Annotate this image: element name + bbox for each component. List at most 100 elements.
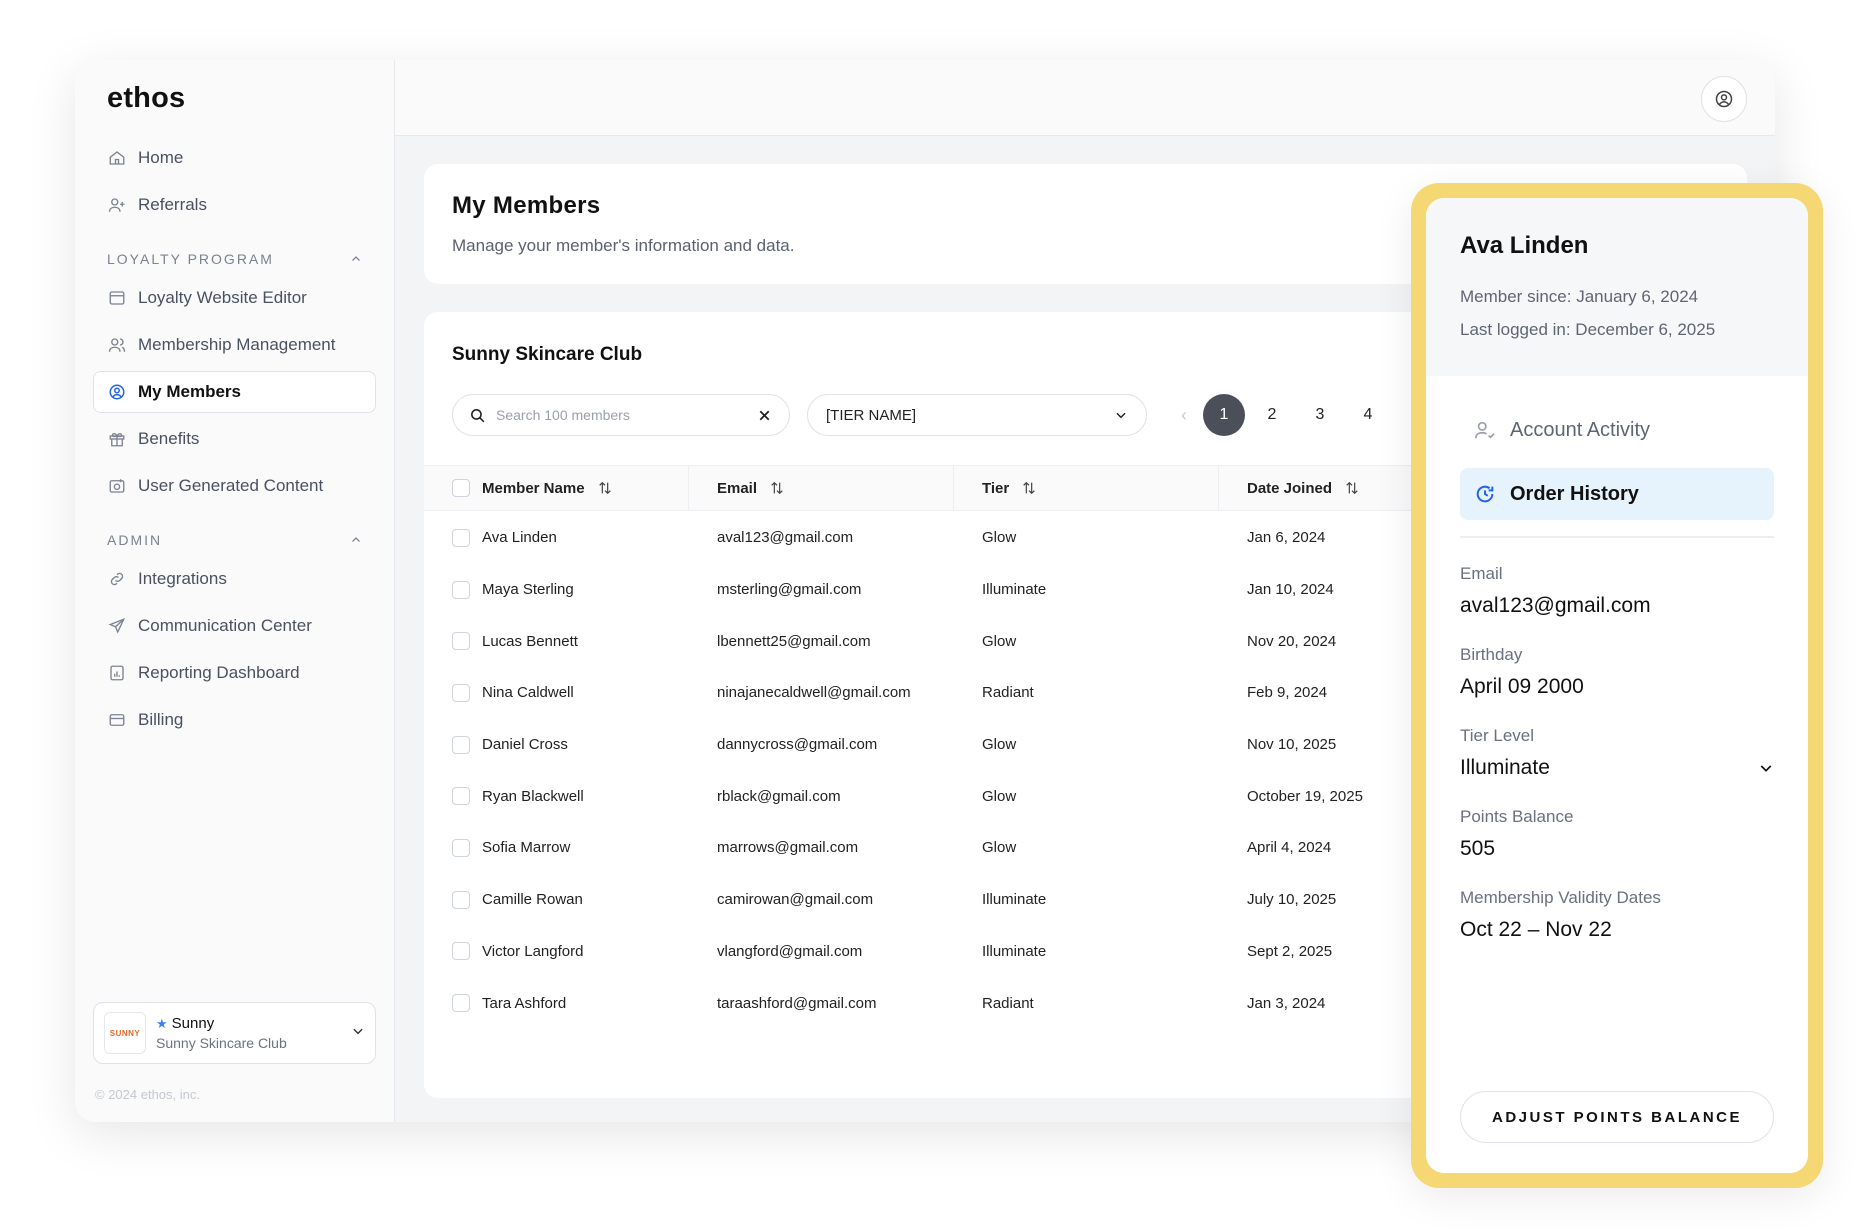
- row-checkbox[interactable]: [452, 632, 470, 651]
- member-tier: Radiant: [982, 684, 1034, 702]
- member-name: Ryan Blackwell: [482, 787, 584, 805]
- profile-button[interactable]: [1701, 76, 1747, 122]
- page-2[interactable]: 2: [1251, 394, 1293, 436]
- camera-icon: [109, 479, 125, 493]
- workspace-subtitle: Sunny Skincare Club: [156, 1035, 287, 1051]
- sidebar-item-communication-center[interactable]: Communication Center: [93, 605, 376, 647]
- member-name: Maya Sterling: [482, 581, 574, 599]
- user-circle-icon: [109, 384, 125, 400]
- member-tier: Illuminate: [982, 942, 1047, 960]
- member-name: Ava Linden: [482, 529, 557, 547]
- tier-filter-select[interactable]: [TIER NAME]: [807, 394, 1147, 436]
- row-checkbox[interactable]: [452, 735, 470, 754]
- page-1[interactable]: 1: [1203, 394, 1245, 436]
- club-title: Sunny Skincare Club: [452, 344, 643, 365]
- sidebar-item-user-generated-content[interactable]: User Generated Content: [93, 465, 376, 507]
- chevron-left-icon[interactable]: ‹: [1171, 405, 1197, 426]
- sidebar-item-benefits[interactable]: Benefits: [93, 418, 376, 460]
- row-checkbox[interactable]: [452, 942, 470, 961]
- member-email: taraashford@gmail.com: [717, 994, 877, 1012]
- users-icon: [108, 338, 126, 352]
- member-tier: Glow: [982, 632, 1017, 650]
- field-email: Email aval123@gmail.com: [1460, 564, 1774, 618]
- search-input[interactable]: [496, 407, 746, 423]
- sidebar-item-label: Communication Center: [138, 616, 312, 635]
- page-3[interactable]: 3: [1299, 394, 1341, 436]
- row-checkbox[interactable]: [452, 683, 470, 702]
- topbar: [395, 60, 1775, 136]
- sidebar-item-integrations[interactable]: Integrations: [93, 558, 376, 600]
- member-name: Nina Caldwell: [482, 684, 574, 702]
- chevron-down-icon: [351, 1024, 365, 1043]
- section-loyalty-program[interactable]: LOYALTY PROGRAM: [93, 251, 376, 267]
- column-member-name[interactable]: Member Name: [424, 466, 689, 510]
- sidebar-item-my-members[interactable]: My Members: [93, 371, 376, 413]
- last-logged-in: Last logged in: December 6, 2025: [1460, 320, 1716, 339]
- email-value: aval123@gmail.com: [1460, 594, 1651, 617]
- column-email[interactable]: Email: [689, 466, 954, 510]
- sidebar-item-membership-management[interactable]: Membership Management: [93, 324, 376, 366]
- home-icon: [109, 151, 125, 165]
- sort-icon[interactable]: [597, 480, 613, 496]
- member-since: Member since: January 6, 2024: [1460, 287, 1699, 306]
- copyright: © 2024 ethos, inc.: [95, 1087, 200, 1102]
- member-tier: Illuminate: [982, 891, 1047, 909]
- sidebar-item-label: My Members: [138, 382, 241, 401]
- chart-icon: [110, 665, 124, 681]
- field-tier-level: Tier Level Illuminate: [1460, 726, 1774, 780]
- tab-account-activity[interactable]: Account Activity: [1460, 404, 1774, 456]
- workspace-switcher[interactable]: SUNNY ★ Sunny Sunny Skincare Club: [93, 1002, 376, 1064]
- member-tier: Radiant: [982, 994, 1034, 1012]
- sidebar-item-label: Home: [138, 148, 184, 167]
- row-checkbox[interactable]: [452, 580, 470, 599]
- row-checkbox[interactable]: [452, 890, 470, 909]
- row-checkbox[interactable]: [452, 838, 470, 857]
- close-icon[interactable]: [756, 407, 773, 424]
- row-checkbox[interactable]: [452, 994, 470, 1013]
- row-checkbox[interactable]: [452, 787, 470, 806]
- sort-icon[interactable]: [1344, 480, 1360, 496]
- star-icon: ★: [156, 1015, 168, 1031]
- adjust-points-balance-button[interactable]: ADJUST POINTS BALANCE: [1460, 1091, 1774, 1143]
- search-box: [452, 394, 790, 436]
- member-name: Tara Ashford: [482, 994, 567, 1012]
- chevron-up-icon: [352, 256, 360, 261]
- member-name: Lucas Bennett: [482, 632, 578, 650]
- search-icon: [471, 408, 485, 422]
- tier-level-value: Illuminate: [1460, 756, 1550, 779]
- sidebar-item-home[interactable]: Home: [93, 137, 376, 179]
- field-birthday: Birthday April 09 2000: [1460, 645, 1774, 699]
- workspace-text: ★ Sunny Sunny Skincare Club: [156, 1015, 341, 1051]
- sidebar-item-billing[interactable]: Billing: [93, 699, 376, 741]
- credit-card-icon: [109, 714, 125, 726]
- sidebar-item-reporting-dashboard[interactable]: Reporting Dashboard: [93, 652, 376, 694]
- member-tier: Glow: [982, 529, 1017, 547]
- stage: ethos Home Referrals LOYALTY PROGRAM Loy…: [0, 0, 1859, 1232]
- member-email: dannycross@gmail.com: [717, 736, 878, 754]
- member-name: Daniel Cross: [482, 736, 568, 754]
- browser-icon: [109, 291, 125, 305]
- field-points-balance: Points Balance 505: [1460, 807, 1774, 861]
- member-name: Camille Rowan: [482, 891, 583, 909]
- sidebar-item-label: Membership Management: [138, 335, 336, 354]
- column-tier[interactable]: Tier: [954, 466, 1219, 510]
- link-icon: [110, 572, 124, 586]
- sort-icon[interactable]: [769, 480, 785, 496]
- tab-order-history[interactable]: Order History: [1460, 468, 1774, 520]
- select-all-checkbox[interactable]: [452, 479, 470, 497]
- user-activity-icon: [1475, 421, 1495, 439]
- row-checkbox[interactable]: [452, 528, 470, 547]
- sidebar-item-label: Loyalty Website Editor: [138, 288, 307, 307]
- user-plus-icon: [108, 198, 125, 212]
- sidebar-item-referrals[interactable]: Referrals: [93, 184, 376, 226]
- sidebar-item-loyalty-website-editor[interactable]: Loyalty Website Editor: [93, 277, 376, 319]
- section-admin[interactable]: ADMIN: [93, 532, 376, 548]
- page-4[interactable]: 4: [1347, 394, 1389, 436]
- workspace-logo: SUNNY: [104, 1012, 146, 1054]
- member-email: ninajanecaldwell@gmail.com: [717, 684, 911, 702]
- sort-icon[interactable]: [1021, 480, 1037, 496]
- tier-level-select[interactable]: Illuminate: [1460, 756, 1774, 780]
- chevron-down-icon: [1760, 765, 1772, 772]
- member-email: lbennett25@gmail.com: [717, 632, 871, 650]
- sidebar-item-label: Integrations: [138, 569, 227, 588]
